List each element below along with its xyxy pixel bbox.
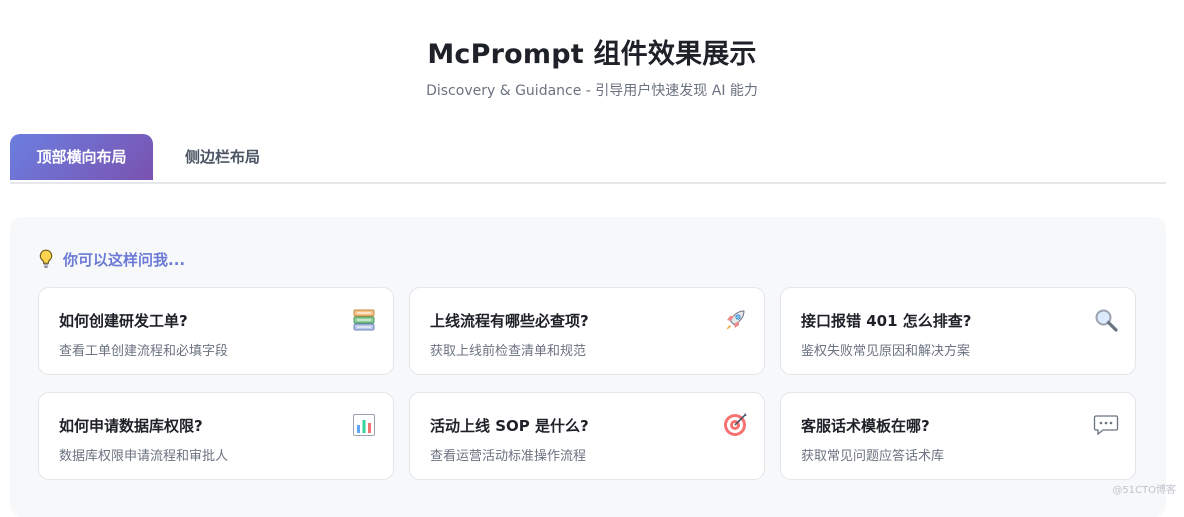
tab-sidebar-layout[interactable]: 侧边栏布局: [165, 134, 280, 180]
bar-chart-icon: [351, 412, 377, 438]
suggestion-card-db-permission[interactable]: 如何申请数据库权限? 数据库权限申请流程和审批人: [38, 392, 394, 480]
card-description: 获取上线前检查清单和规范: [430, 344, 587, 359]
card-title: 活动上线 SOP 是什么?: [430, 417, 589, 435]
tab-top-horizontal-layout[interactable]: 顶部横向布局: [10, 134, 153, 180]
books-icon: [351, 307, 377, 333]
card-title: 如何申请数据库权限?: [59, 417, 203, 435]
lightbulb-icon: [39, 249, 53, 268]
card-description: 获取常见问题应答话术库: [801, 449, 945, 464]
card-title: 如何创建研发工单?: [59, 312, 188, 330]
magnifier-icon: [1093, 307, 1119, 333]
watermark: @51CTO博客: [1112, 485, 1176, 496]
target-icon: [722, 412, 748, 438]
suggestion-panel: 你可以这样问我... 如何创建研发工单? 查看工单创建流程和必填字段 上线流程有…: [10, 217, 1166, 517]
suggestion-card-activity-sop[interactable]: 活动上线 SOP 是什么? 查看运营活动标准操作流程: [409, 392, 765, 480]
card-description: 鉴权失败常见原因和解决方案: [801, 344, 971, 359]
speech-bubble-icon: [1093, 412, 1119, 438]
card-description: 查看工单创建流程和必填字段: [59, 344, 229, 359]
card-description: 数据库权限申请流程和审批人: [59, 449, 229, 464]
suggestion-card-401-troubleshooting[interactable]: 接口报错 401 怎么排查? 鉴权失败常见原因和解决方案: [780, 287, 1136, 375]
card-title: 接口报错 401 怎么排查?: [801, 312, 972, 330]
suggestion-card-release-checklist[interactable]: 上线流程有哪些必查项? 获取上线前检查清单和规范: [409, 287, 765, 375]
suggestion-card-cs-templates[interactable]: 客服话术模板在哪? 获取常见问题应答话术库: [780, 392, 1136, 480]
suggestion-card-create-ticket[interactable]: 如何创建研发工单? 查看工单创建流程和必填字段: [38, 287, 394, 375]
hint-row: 你可以这样问我...: [38, 249, 185, 269]
card-description: 查看运营活动标准操作流程: [430, 449, 587, 464]
layout-tabs: 顶部横向布局 侧边栏布局: [10, 134, 1166, 184]
page-subtitle: Discovery & Guidance - 引导用户快速发现 AI 能力: [426, 83, 758, 99]
page-title: McPrompt 组件效果展示: [427, 39, 757, 70]
hint-label: 你可以这样问我...: [63, 250, 186, 269]
card-title: 上线流程有哪些必查项?: [430, 312, 589, 330]
rocket-icon: [722, 307, 748, 333]
card-title: 客服话术模板在哪?: [801, 417, 930, 435]
